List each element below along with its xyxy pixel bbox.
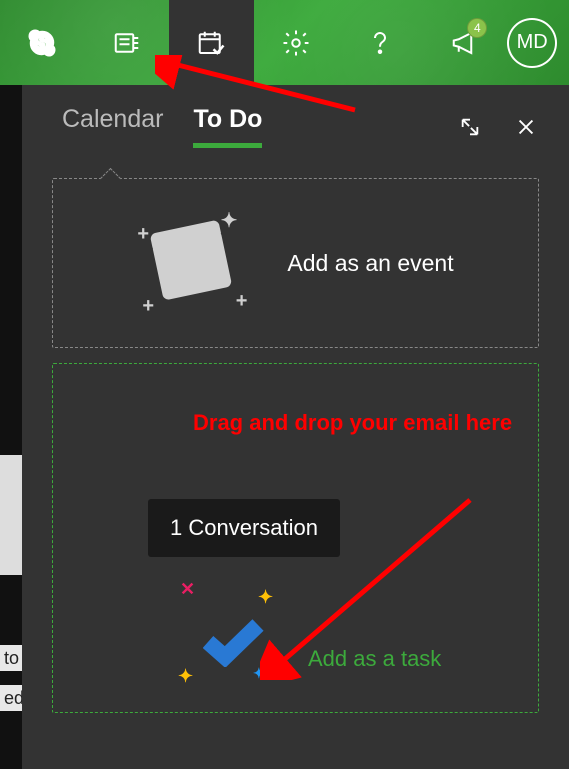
tabs: Calendar To Do bbox=[37, 85, 554, 158]
help-icon bbox=[365, 28, 395, 58]
popout-button[interactable] bbox=[457, 114, 483, 140]
skype-button[interactable]: S bbox=[0, 0, 85, 85]
tab-todo[interactable]: To Do bbox=[193, 105, 262, 148]
add-as-event-dropzone[interactable]: ✦ + + + Add as an event bbox=[52, 178, 539, 348]
sparkle-icon: + bbox=[236, 290, 248, 313]
sparkle-icon: ✕ bbox=[180, 579, 195, 600]
calendar-icon bbox=[152, 229, 233, 300]
gear-icon bbox=[281, 28, 311, 58]
close-icon bbox=[515, 116, 537, 138]
sparkle-icon: ✦ bbox=[221, 208, 238, 233]
topbar-icons: S 4 MD bbox=[0, 0, 569, 85]
content-fragment-text: to bbox=[0, 645, 22, 671]
calendar-check-icon bbox=[196, 28, 226, 58]
help-button[interactable] bbox=[338, 0, 423, 85]
sparkle-icon: ✦ bbox=[253, 665, 265, 682]
annotation-text: Drag and drop your email here bbox=[193, 410, 528, 436]
task-graphic: ✕ ✦ ✦ ✦ bbox=[178, 587, 288, 687]
top-bar: S 4 MD bbox=[0, 0, 569, 85]
event-dropzone-label: Add as an event bbox=[287, 250, 453, 277]
sparkle-icon: ✦ bbox=[178, 666, 193, 687]
notification-badge: 4 bbox=[467, 18, 487, 38]
calendar-todo-button[interactable] bbox=[169, 0, 254, 85]
svg-text:S: S bbox=[37, 34, 48, 52]
avatar[interactable]: MD bbox=[507, 18, 557, 68]
content-fragment bbox=[0, 455, 22, 575]
skype-icon: S bbox=[27, 28, 57, 58]
sparkle-icon: ✦ bbox=[258, 587, 273, 608]
my-day-panel: Calendar To Do ✦ + + + Add as an event D… bbox=[22, 85, 569, 769]
sparkle-icon: + bbox=[142, 295, 154, 318]
announcements-button[interactable]: 4 bbox=[423, 0, 508, 85]
popout-icon bbox=[459, 116, 481, 138]
content-fragment-text: ed bbox=[0, 685, 22, 711]
task-dropzone-label: Add as a task bbox=[308, 646, 441, 672]
sparkle-icon: + bbox=[137, 223, 149, 246]
left-content-strip: to ed bbox=[0, 85, 22, 769]
news-icon bbox=[112, 28, 142, 58]
event-graphic: ✦ + + + bbox=[137, 208, 247, 318]
news-button[interactable] bbox=[85, 0, 170, 85]
add-as-task-dropzone[interactable]: Drag and drop your email here 1 Conversa… bbox=[52, 363, 539, 713]
tab-actions bbox=[457, 114, 539, 140]
tab-calendar[interactable]: Calendar bbox=[62, 105, 163, 148]
settings-button[interactable] bbox=[254, 0, 339, 85]
drag-item-badge: 1 Conversation bbox=[148, 499, 340, 557]
close-button[interactable] bbox=[513, 114, 539, 140]
todo-check-icon bbox=[203, 617, 268, 667]
